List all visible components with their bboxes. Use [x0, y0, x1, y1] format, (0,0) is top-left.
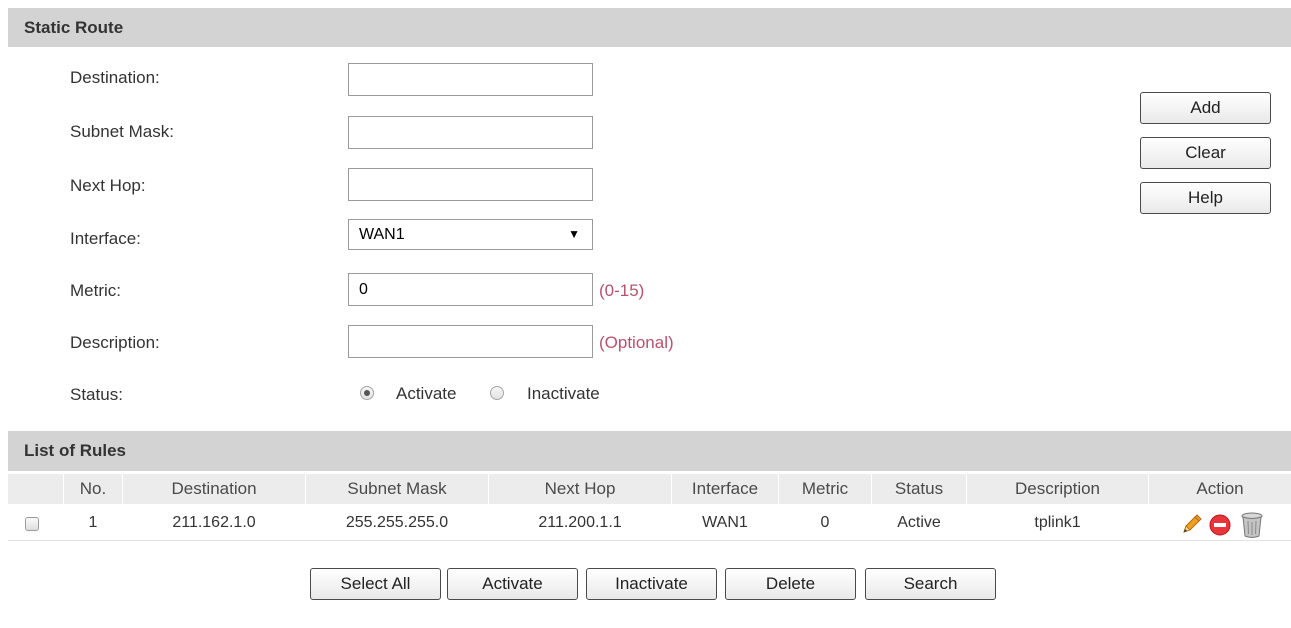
description-hint: (Optional)	[599, 333, 674, 352]
status-activate-radio[interactable]	[360, 386, 374, 400]
metric-input[interactable]	[348, 273, 593, 306]
inactivate-button[interactable]: Inactivate	[586, 568, 717, 600]
static-route-header: Static Route	[8, 8, 1291, 47]
search-button[interactable]: Search	[865, 568, 996, 600]
column-header-action: Action	[1149, 474, 1291, 504]
help-button[interactable]: Help	[1140, 182, 1271, 214]
column-header-metric: Metric	[779, 474, 871, 504]
row-divider	[8, 540, 1291, 541]
cell-no: 1	[88, 514, 98, 531]
static-route-title: Static Route	[24, 18, 124, 37]
status-activate-label[interactable]: Activate	[396, 384, 456, 404]
destination-input[interactable]	[348, 63, 593, 96]
status-inactivate-radio[interactable]	[490, 386, 504, 400]
column-header-no: No.	[64, 474, 122, 504]
column-header-select	[8, 474, 63, 504]
subnet-mask-input[interactable]	[348, 116, 593, 149]
row-select-checkbox[interactable]	[25, 517, 39, 531]
add-button[interactable]: Add	[1140, 92, 1271, 124]
column-header-next-hop: Next Hop	[489, 474, 671, 504]
column-header-subnet-mask: Subnet Mask	[306, 474, 488, 504]
status-label: Status:	[70, 385, 123, 404]
radio-selected-dot	[364, 390, 370, 396]
cell-destination: 211.162.1.0	[172, 514, 256, 531]
next-hop-label: Next Hop:	[70, 176, 146, 195]
select-all-button[interactable]: Select All	[310, 568, 441, 600]
column-header-status: Status	[872, 474, 966, 504]
cell-interface: WAN1	[702, 514, 748, 531]
delete-button[interactable]: Delete	[725, 568, 856, 600]
cell-status: Active	[897, 514, 941, 531]
column-header-description: Description	[967, 474, 1148, 504]
cell-next-hop: 211.200.1.1	[538, 514, 622, 531]
edit-pencil-icon[interactable]	[1180, 512, 1204, 536]
list-of-rules-header: List of Rules	[8, 431, 1291, 471]
interface-label: Interface:	[70, 229, 141, 248]
dropdown-arrow-icon: ▼	[568, 227, 580, 241]
metric-label: Metric:	[70, 281, 121, 300]
description-label: Description:	[70, 333, 160, 352]
interface-selected-value: WAN1	[359, 226, 405, 243]
subnet-mask-label: Subnet Mask:	[70, 122, 174, 141]
interface-select[interactable]: WAN1 ▼	[348, 219, 593, 250]
metric-hint: (0-15)	[599, 281, 645, 300]
activate-button[interactable]: Activate	[447, 568, 578, 600]
cell-metric: 0	[820, 514, 830, 531]
column-header-destination: Destination	[123, 474, 305, 504]
list-of-rules-title: List of Rules	[24, 441, 127, 460]
cell-description: tplink1	[1034, 514, 1081, 531]
next-hop-input[interactable]	[348, 168, 593, 201]
column-header-interface: Interface	[672, 474, 778, 504]
status-inactivate-label[interactable]: Inactivate	[527, 384, 600, 404]
disable-icon[interactable]	[1209, 514, 1231, 536]
description-input[interactable]	[348, 325, 593, 358]
destination-label: Destination:	[70, 68, 160, 87]
cell-subnet-mask: 255.255.255.0	[345, 514, 449, 531]
clear-button[interactable]: Clear	[1140, 137, 1271, 169]
delete-trash-icon[interactable]	[1240, 511, 1264, 539]
